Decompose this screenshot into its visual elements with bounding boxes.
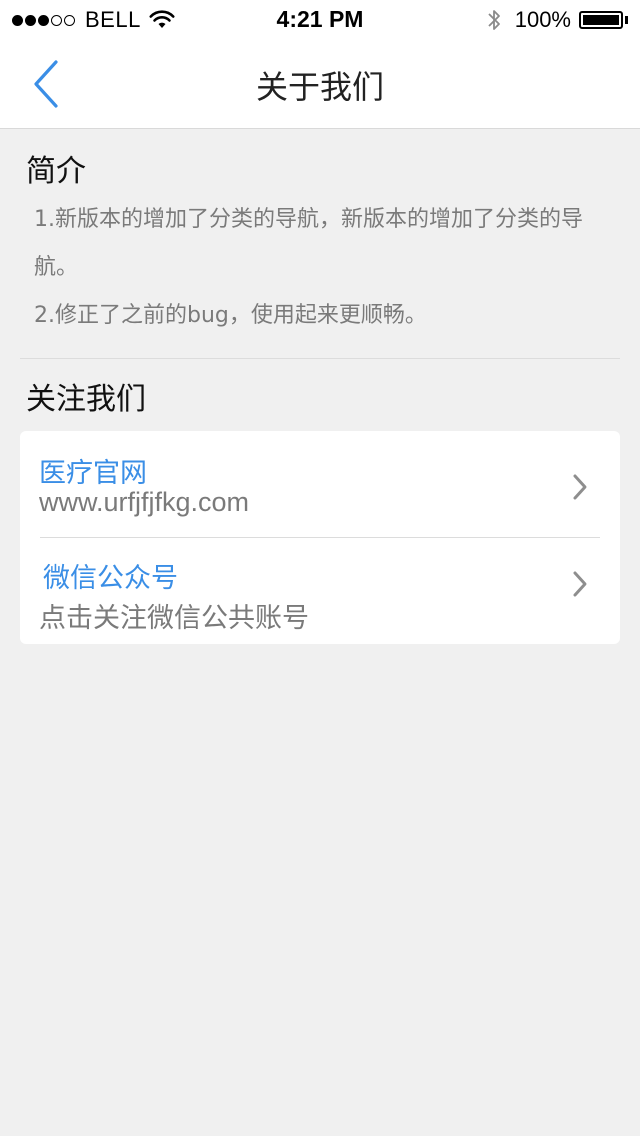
nav-bar: 关于我们: [0, 40, 640, 129]
intro-text-line-1: 1.新版本的增加了分类的导航，新版本的增加了分类的导航。: [34, 207, 583, 280]
battery-tip: [625, 16, 628, 24]
list-item-website[interactable]: 医疗官网 www.urfjfjfkg.com: [20, 431, 620, 537]
status-right: 100%: [487, 7, 628, 33]
battery-fill: [583, 15, 619, 25]
wechat-title: 微信公众号: [43, 563, 178, 594]
wechat-subtitle: 点击关注微信公共账号: [39, 603, 309, 633]
page-title: 关于我们: [255, 68, 384, 106]
intro-text-line-2: 2.修正了之前的bug，使用起来更顺畅。: [34, 303, 427, 328]
battery-percentage: 100%: [514, 7, 571, 32]
bluetooth-icon: [488, 10, 500, 30]
chevron-right-icon: [573, 571, 587, 597]
website-url: www.urfjfjfkg.com: [39, 487, 250, 517]
follow-section-title: 关注我们: [26, 382, 146, 417]
status-bar: BELL 4:21 PM 100%: [0, 0, 640, 40]
follow-card: 医疗官网 www.urfjfjfkg.com 微信公众号 点击关注微信公共账号: [20, 431, 620, 644]
chevron-right-icon: [573, 474, 587, 500]
section-divider: [20, 358, 620, 359]
list-item-wechat[interactable]: 微信公众号 点击关注微信公共账号: [20, 538, 620, 644]
intro-section-title: 简介: [26, 154, 86, 189]
website-title: 医疗官网: [39, 458, 147, 489]
battery-icon: [579, 11, 623, 29]
